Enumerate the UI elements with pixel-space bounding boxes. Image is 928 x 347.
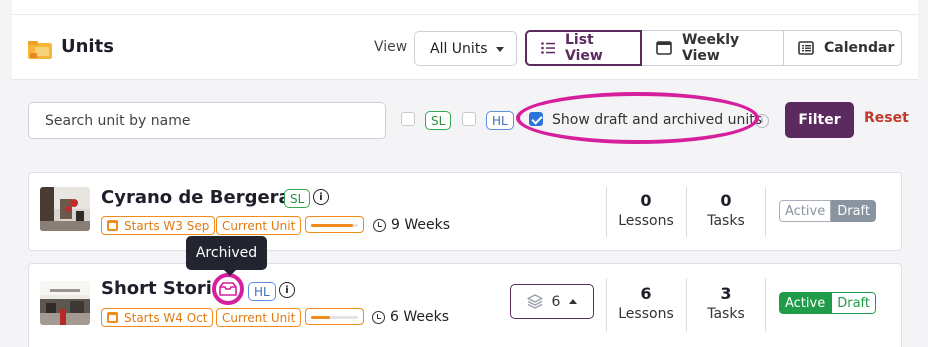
current-unit-pill: Current Unit: [216, 308, 302, 327]
list-icon: [541, 42, 555, 54]
unit-duration: 6 Weeks: [372, 309, 449, 325]
weekly-view-button[interactable]: Weekly View: [641, 30, 784, 66]
unit-level-tag: HL: [248, 282, 276, 301]
header-divider: [12, 14, 918, 15]
page-title: Units: [61, 36, 114, 57]
tasks-count: 0: [720, 191, 732, 210]
weekly-view-label: Weekly View: [682, 32, 740, 64]
tasks-label: Tasks: [707, 306, 745, 322]
unit-filter-select-value: All Units: [430, 40, 488, 57]
archived-icon-highlight[interactable]: [212, 273, 244, 305]
toggle-active[interactable]: Active: [779, 292, 832, 314]
clock-icon: [373, 218, 386, 232]
progress-track: [311, 316, 358, 319]
units-header: Units View All Units List View Weekly Vi…: [12, 0, 918, 80]
info-icon[interactable]: i: [279, 282, 295, 298]
archived-tooltip: Archived: [186, 236, 267, 276]
unit-title[interactable]: Cyrano de Bergerac: [101, 187, 301, 208]
divider: [765, 187, 766, 237]
status-toggle[interactable]: Active Draft: [779, 292, 876, 314]
highlight-annotation: [516, 92, 759, 144]
filter-button[interactable]: Filter: [785, 102, 854, 138]
reset-button[interactable]: Reset: [864, 110, 909, 126]
tasks-count: 3: [720, 284, 732, 303]
lessons-label: Lessons: [618, 213, 674, 229]
unit-level-tag: SL: [284, 189, 311, 208]
lessons-label: Lessons: [618, 306, 674, 322]
chevron-down-icon: [496, 47, 504, 52]
current-unit-pill: Current Unit: [216, 216, 302, 235]
start-week-pill: Starts W3 Sep: [101, 216, 216, 235]
progress-fill: [311, 316, 330, 319]
clock-icon: [372, 310, 385, 324]
calendar-list-icon: [798, 41, 814, 55]
unit-card[interactable]: Cyrano de Bergerac SL i Starts W3 Sep Cu…: [28, 172, 902, 251]
progress-fill: [311, 224, 354, 227]
info-icon[interactable]: i: [313, 189, 329, 205]
divider: [765, 278, 766, 332]
lessons-count: 6: [640, 284, 652, 303]
toggle-draft[interactable]: Draft: [831, 200, 876, 222]
progress-track: [311, 224, 358, 227]
unit-progress-bar: [305, 216, 364, 233]
layers-count: 6: [551, 293, 561, 310]
start-week-pill: Starts W4 Oct: [101, 308, 214, 327]
unit-thumbnail: [40, 187, 90, 231]
duration-label: 6 Weeks: [390, 309, 450, 325]
toggle-draft[interactable]: Draft: [831, 292, 876, 314]
archive-box-icon: [219, 282, 237, 296]
status-toggle[interactable]: Active Draft: [779, 200, 876, 222]
chevron-up-icon: [569, 299, 578, 304]
window-icon: [656, 41, 672, 55]
list-view-button[interactable]: List View: [525, 30, 642, 66]
sl-checkbox[interactable]: [401, 112, 415, 126]
tasks-label: Tasks: [707, 213, 745, 229]
unit-thumbnail: [40, 281, 90, 325]
lessons-count: 0: [640, 191, 652, 210]
tasks-stat: 0 Tasks: [686, 191, 766, 229]
list-view-label: List View: [565, 32, 603, 64]
unit-card[interactable]: Short Stories HL i Starts W4 Oct Current…: [28, 263, 902, 347]
start-week-label: Starts W3 Sep: [124, 218, 210, 233]
lessons-stat: 0 Lessons: [606, 191, 686, 229]
calendar-icon: [107, 220, 118, 231]
start-week-label: Starts W4 Oct: [124, 310, 208, 325]
units-folder-icon: [28, 41, 52, 59]
calendar-view-button[interactable]: Calendar: [783, 30, 902, 66]
tasks-stat: 3 Tasks: [686, 284, 766, 322]
calendar-icon: [107, 312, 118, 323]
toggle-active[interactable]: Active: [779, 200, 832, 222]
lessons-stat: 6 Lessons: [606, 284, 686, 322]
sl-tag: SL: [425, 111, 452, 130]
hl-tag: HL: [486, 111, 514, 130]
hl-checkbox[interactable]: [462, 112, 476, 126]
calendar-view-label: Calendar: [824, 40, 895, 56]
view-label: View: [374, 39, 408, 55]
view-switcher: List View Weekly View Calendar: [525, 30, 902, 66]
unit-progress-bar: [305, 308, 364, 325]
search-placeholder: Search unit by name: [45, 112, 191, 129]
layers-icon: [526, 294, 543, 309]
unit-filter-select[interactable]: All Units: [414, 31, 517, 66]
filter-bar: Search unit by name SL HL Show draft and…: [0, 82, 928, 158]
duration-label: 9 Weeks: [391, 217, 451, 233]
layers-dropdown-button[interactable]: 6: [510, 284, 594, 319]
search-input[interactable]: Search unit by name: [28, 102, 386, 139]
unit-duration: 9 Weeks: [373, 217, 450, 233]
